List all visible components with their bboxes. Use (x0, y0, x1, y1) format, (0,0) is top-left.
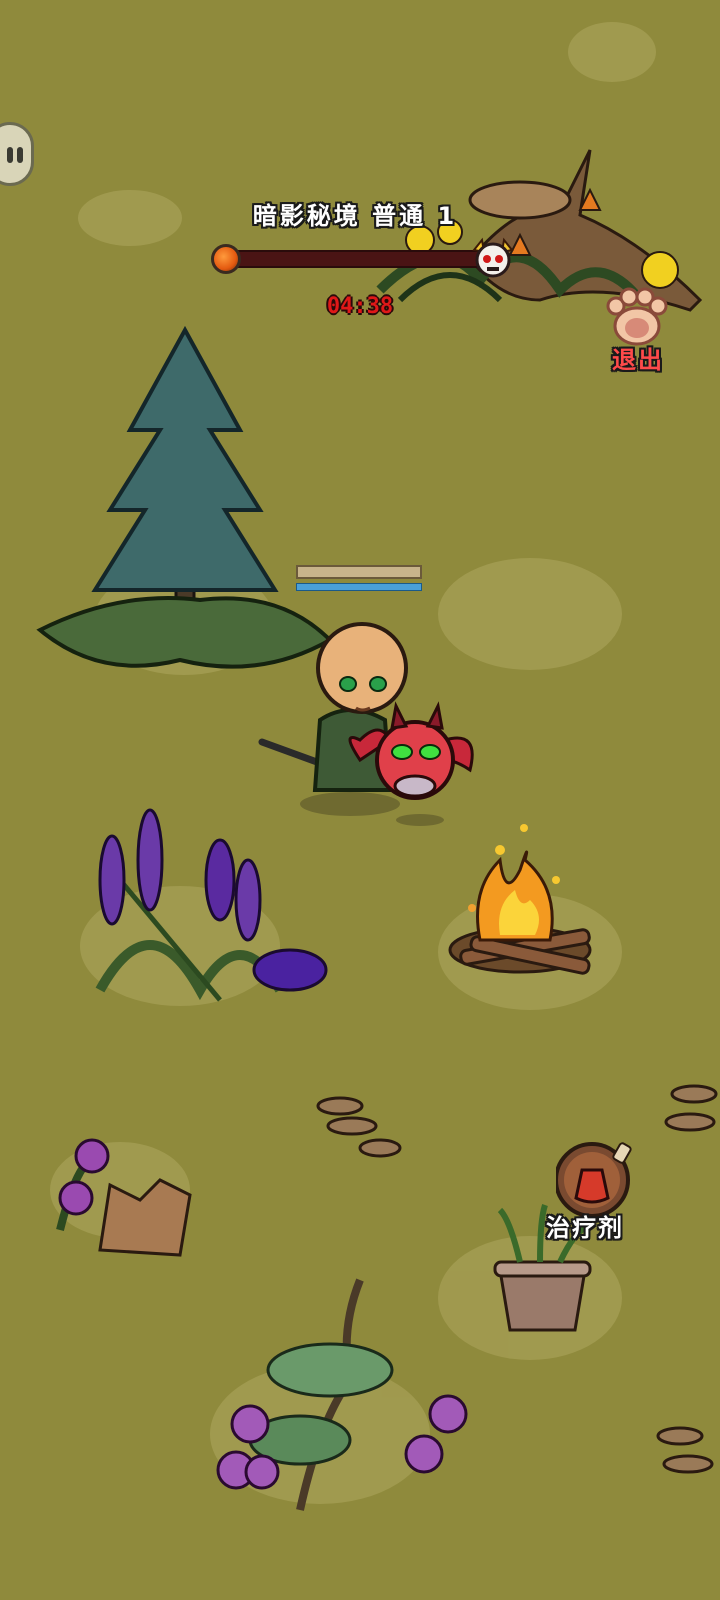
potion-label[interactable]: 治疗剂 (546, 1208, 624, 1243)
player-mp-bar (296, 583, 422, 591)
pause-button[interactable] (0, 122, 34, 186)
game-world (36, 22, 718, 1511)
player-hp-bar (296, 565, 422, 579)
boss-skull-icon (472, 237, 514, 278)
pause-icon (7, 147, 13, 163)
stage-progress-bar (228, 250, 490, 268)
exit-label[interactable]: 退出 (612, 340, 664, 375)
stage-title: 暗影秘境 普通 1 (252, 202, 458, 230)
orange-orb-icon (211, 244, 241, 274)
pine-tree (36, 325, 334, 669)
countdown-timer: 04:38 (326, 294, 394, 319)
pause-icon-bar (17, 147, 23, 163)
campfire (448, 824, 592, 975)
player-status-bars (296, 565, 422, 595)
paw-icon (606, 287, 668, 346)
